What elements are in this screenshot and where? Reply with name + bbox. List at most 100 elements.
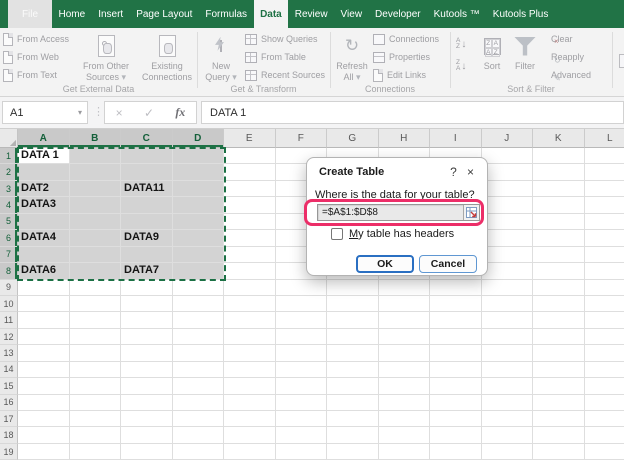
cell-C19[interactable] [121,443,173,461]
cell-A14[interactable] [18,361,70,379]
show-queries-button[interactable]: Show Queries [245,31,325,47]
cell-H14[interactable] [378,361,430,379]
headers-checkbox[interactable] [331,228,343,240]
new-query-button[interactable]: New Query ▾ [200,31,242,91]
cell-K18[interactable] [533,427,585,444]
from-web-button[interactable]: From Web [3,49,69,65]
cell-D9[interactable] [172,279,224,296]
cell-B2[interactable] [69,164,121,181]
refresh-all-button[interactable]: ↻ Refresh All ▾ [333,31,371,91]
column-header-L[interactable]: L [584,129,624,148]
cell-A16[interactable] [18,394,70,411]
row-header-6[interactable]: 6 [0,230,18,247]
cell-L5[interactable] [584,213,624,231]
tab-insert[interactable]: Insert [92,0,130,28]
cell-J19[interactable] [481,443,533,461]
tab-file[interactable]: File [8,0,52,28]
cell-H19[interactable] [378,443,430,461]
cell-G18[interactable] [327,427,379,444]
from-text-button[interactable]: From Text [3,67,69,83]
cell-B8[interactable] [69,263,121,280]
row-header-16[interactable]: 16 [0,394,18,411]
cell-D17[interactable] [172,411,224,428]
cell-D7[interactable] [172,246,224,264]
cell-E2[interactable] [224,164,276,181]
cancel-button[interactable]: Cancel [419,255,477,273]
sort-ascending-button[interactable]: AZ ↓ [456,33,466,55]
row-header-5[interactable]: 5 [0,213,18,231]
cell-L3[interactable] [584,180,624,198]
cell-I19[interactable] [430,443,482,461]
cell-D10[interactable] [172,295,224,313]
ok-button[interactable]: OK [356,255,414,273]
from-access-button[interactable]: From Access [3,31,69,47]
recent-sources-button[interactable]: Recent Sources [245,67,325,83]
cell-I15[interactable] [430,378,482,395]
cell-C3[interactable]: DATA11 [121,180,173,198]
row-header-10[interactable]: 10 [0,295,18,313]
dialog-close-icon[interactable]: × [462,165,479,179]
cell-H9[interactable] [378,279,430,296]
cell-F16[interactable] [275,394,327,411]
edit-links-button[interactable]: Edit Links [373,67,439,83]
cell-L6[interactable] [584,230,624,247]
cell-K9[interactable] [533,279,585,296]
column-header-K[interactable]: K [533,129,585,148]
cell-B4[interactable] [69,197,121,214]
cell-C4[interactable] [121,197,173,214]
cell-J6[interactable] [481,230,533,247]
row-header-18[interactable]: 18 [0,427,18,444]
cell-C15[interactable] [121,378,173,395]
cell-J17[interactable] [481,411,533,428]
row-header-12[interactable]: 12 [0,328,18,346]
cell-G12[interactable] [327,328,379,346]
cell-E11[interactable] [224,312,276,329]
cell-L15[interactable] [584,378,624,395]
cell-E4[interactable] [224,197,276,214]
cell-F13[interactable] [275,345,327,362]
cell-L16[interactable] [584,394,624,411]
cell-A10[interactable] [18,295,70,313]
cell-G10[interactable] [327,295,379,313]
cell-D5[interactable] [172,213,224,231]
tab-kutools-plus[interactable]: Kutools Plus [486,0,555,28]
from-other-sources-button[interactable]: From Other Sources ▾ [76,31,136,91]
enter-entry-icon[interactable]: ✓ [144,106,154,120]
cell-B12[interactable] [69,328,121,346]
cell-K16[interactable] [533,394,585,411]
cell-E18[interactable] [224,427,276,444]
cell-B19[interactable] [69,443,121,461]
cell-F17[interactable] [275,411,327,428]
row-header-9[interactable]: 9 [0,279,18,296]
cell-D13[interactable] [172,345,224,362]
cell-B15[interactable] [69,378,121,395]
cell-B9[interactable] [69,279,121,296]
cell-C2[interactable] [121,164,173,181]
cell-L17[interactable] [584,411,624,428]
cell-I9[interactable] [430,279,482,296]
cell-A8[interactable]: DATA6 [18,263,70,280]
cell-L2[interactable] [584,164,624,181]
row-header-1[interactable]: 1 [0,148,18,165]
cell-C16[interactable] [121,394,173,411]
cell-D4[interactable] [172,197,224,214]
cell-J3[interactable] [481,180,533,198]
dialog-title-bar[interactable]: Create Table ? × [307,158,487,183]
cell-E6[interactable] [224,230,276,247]
formula-input[interactable]: DATA 1 [201,101,624,124]
cell-K1[interactable] [533,148,585,165]
cell-E1[interactable] [224,148,276,165]
cell-C6[interactable]: DATA9 [121,230,173,247]
cell-F14[interactable] [275,361,327,379]
cell-L18[interactable] [584,427,624,444]
table-range-input[interactable]: =$A$1:$D$8 [317,204,480,221]
cell-B3[interactable] [69,180,121,198]
row-header-14[interactable]: 14 [0,361,18,379]
cell-I16[interactable] [430,394,482,411]
cell-H15[interactable] [378,378,430,395]
cell-K15[interactable] [533,378,585,395]
row-header-13[interactable]: 13 [0,345,18,362]
cell-E16[interactable] [224,394,276,411]
cell-A2[interactable] [18,164,70,181]
cell-D15[interactable] [172,378,224,395]
